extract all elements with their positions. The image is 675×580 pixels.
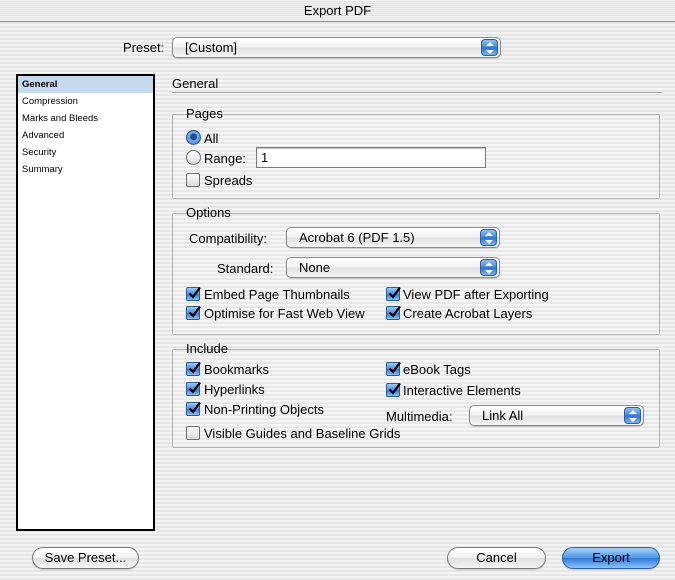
bookmarks-checkbox[interactable] (186, 361, 201, 376)
pages-range-input[interactable]: 1 (256, 147, 486, 168)
guides-label: Visible Guides and Baseline Grids (204, 426, 401, 441)
preset-value: [Custom] (185, 40, 238, 55)
standard-label: Standard: (217, 261, 274, 276)
checkmark-icon (388, 361, 401, 374)
window-title: Export PDF (303, 3, 372, 18)
interactive-elements-label: Interactive Elements (403, 383, 521, 398)
sidebar-list[interactable]: General Compression Marks and Bleeds Adv… (16, 74, 155, 531)
pages-range-radio[interactable] (186, 150, 201, 165)
ebook-tags-checkbox[interactable] (386, 361, 401, 376)
guides-checkbox[interactable] (186, 426, 200, 440)
hyperlinks-label: Hyperlinks (204, 382, 265, 397)
compatibility-popup[interactable]: Acrobat 6 (PDF 1.5) (286, 227, 500, 248)
popup-arrows-icon (480, 259, 497, 276)
sidebar-item-marks-and-bleeds[interactable]: Marks and Bleeds (18, 110, 153, 127)
embed-thumbnails-checkbox[interactable] (186, 286, 201, 301)
view-after-export-checkbox[interactable] (386, 286, 401, 301)
standard-value: None (299, 260, 331, 275)
checkmark-icon (388, 382, 401, 395)
optimise-web-label: Optimise for Fast Web View (204, 306, 365, 321)
checkmark-icon (188, 361, 201, 374)
spreads-label: Spreads (204, 173, 253, 188)
panel-title: General (172, 76, 219, 91)
panel-title-divider (172, 92, 662, 93)
checkmark-icon (388, 286, 401, 299)
checkmark-icon (188, 381, 201, 394)
sidebar-item-general[interactable]: General (18, 76, 153, 93)
spreads-checkbox[interactable] (186, 173, 200, 187)
pages-range-label: Range: (204, 151, 246, 166)
options-group-title: Options (186, 205, 231, 220)
compatibility-label: Compatibility: (189, 231, 268, 246)
multimedia-value: Link All (482, 408, 524, 423)
compatibility-value: Acrobat 6 (PDF 1.5) (299, 230, 415, 245)
checkmark-icon (188, 286, 201, 299)
include-group-title: Include (186, 341, 228, 356)
standard-popup[interactable]: None (286, 257, 500, 278)
bookmarks-label: Bookmarks (204, 362, 270, 377)
checkmark-icon (188, 305, 201, 318)
multimedia-popup[interactable]: Link All (469, 405, 644, 426)
popup-arrows-icon (624, 407, 641, 424)
checkmark-icon (388, 305, 401, 318)
sidebar-item-security[interactable]: Security (18, 144, 153, 161)
pages-all-radio[interactable] (186, 130, 201, 145)
preset-popup[interactable]: [Custom] (172, 37, 501, 58)
optimise-web-checkbox[interactable] (186, 305, 201, 320)
sidebar-item-advanced[interactable]: Advanced (18, 127, 153, 144)
sidebar-item-compression[interactable]: Compression (18, 93, 153, 110)
save-preset-button[interactable]: Save Preset... (32, 547, 139, 569)
cancel-button[interactable]: Cancel (447, 547, 546, 569)
export-button[interactable]: Export (562, 547, 660, 569)
acrobat-layers-label: Create Acrobat Layers (403, 306, 533, 321)
pages-group-title: Pages (186, 106, 223, 121)
popup-arrows-icon (481, 39, 498, 56)
popup-arrows-icon (480, 229, 497, 246)
checkmark-icon (188, 401, 201, 414)
acrobat-layers-checkbox[interactable] (386, 305, 401, 320)
preset-label: Preset: (123, 40, 165, 55)
non-printing-label: Non-Printing Objects (204, 402, 324, 417)
hyperlinks-checkbox[interactable] (186, 381, 201, 396)
pages-all-label: All (204, 131, 219, 146)
non-printing-checkbox[interactable] (186, 401, 201, 416)
embed-thumbnails-label: Embed Page Thumbnails (204, 287, 350, 302)
view-after-export-label: View PDF after Exporting (403, 287, 549, 302)
interactive-elements-checkbox[interactable] (386, 382, 401, 397)
multimedia-label: Multimedia: (386, 409, 453, 424)
ebook-tags-label: eBook Tags (403, 362, 471, 377)
sidebar-item-summary[interactable]: Summary (18, 161, 153, 178)
window-titlebar[interactable]: Export PDF (0, 0, 675, 22)
